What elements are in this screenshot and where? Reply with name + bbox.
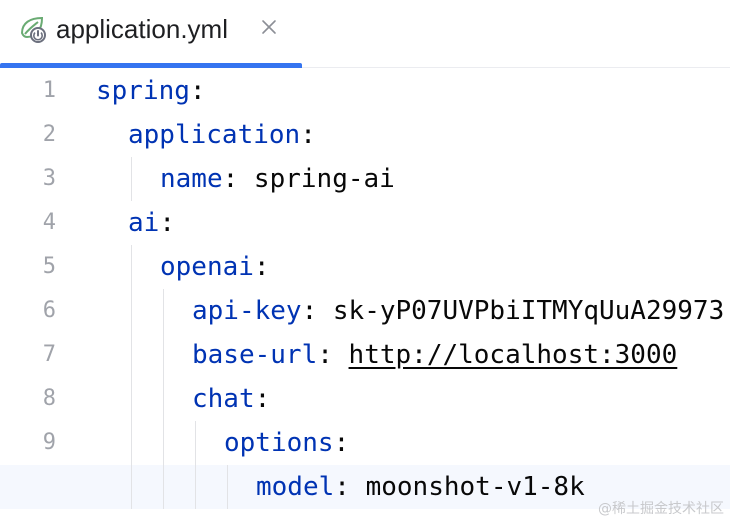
yaml-value [333,340,349,370]
line-number: 5 [42,254,56,279]
tab-bar: application.yml [0,0,730,68]
yaml-key: options [224,428,334,458]
yaml-colon: : [317,340,333,370]
yaml-key: application [128,120,301,150]
indent-guide [163,289,164,509]
editor-window: application.yml 12345678910 spring:appli… [0,0,730,522]
tab-application-yml[interactable]: application.yml [0,0,302,68]
line-number: 4 [42,210,56,235]
yaml-key: openai [160,252,254,282]
yaml-colon: : [334,472,350,502]
code-line[interactable]: spring: [96,69,206,113]
yaml-colon: : [300,120,316,150]
code-line[interactable]: base-url: http://localhost:3000 [192,333,677,377]
yaml-key: api-key [192,296,302,326]
code-line[interactable]: application: [128,113,316,157]
indent-guide [195,421,196,509]
yaml-key: chat [192,384,255,414]
yaml-colon: : [254,384,271,414]
yaml-colon: : [189,76,206,106]
watermark: @稀土掘金技术社区 [598,501,724,517]
code-line[interactable]: ai: [128,201,175,245]
yaml-value: sk-yP07UVPbiITMYqUuA29973 [317,296,725,326]
line-number: 8 [42,386,56,411]
code-line[interactable]: options: [224,421,349,465]
line-number: 1 [42,78,56,103]
indent-guide [131,157,132,201]
code-line[interactable]: chat: [192,377,270,421]
indent-guide [131,245,132,509]
code-line[interactable]: name: spring-ai [160,157,395,201]
code-line[interactable]: model: moonshot-v1-8k [256,465,585,509]
close-icon[interactable] [258,16,280,38]
line-number: 7 [42,342,56,367]
yaml-colon: : [253,252,270,282]
yaml-key: base-url [192,340,318,370]
line-number: 9 [42,430,56,455]
yaml-colon: : [301,296,318,326]
yaml-colon: : [159,208,175,238]
yaml-key: model [256,472,335,502]
code-area[interactable]: spring: application: name: spring-ai ai: ope… [0,68,730,522]
yaml-key: ai [128,208,160,238]
line-number: 6 [42,298,56,323]
yaml-url-value[interactable]: http://localhost:3000 [349,340,678,370]
tab-title: application.yml [56,14,228,44]
yaml-key: name [160,164,223,194]
code-line[interactable]: openai: [160,245,270,289]
yaml-colon: : [222,164,239,194]
yaml-key: spring [96,76,190,106]
line-number: 3 [42,166,56,191]
code-line[interactable]: api-key: sk-yP07UVPbiITMYqUuA29973 [192,289,724,333]
indent-guide [227,465,228,509]
spring-config-icon [20,16,46,43]
line-number: 2 [42,122,56,147]
yaml-colon: : [333,428,350,458]
yaml-value: spring-ai [238,164,395,194]
line-number-gutter[interactable]: 12345678910 [0,68,90,522]
yaml-value: moonshot-v1-8k [349,472,585,502]
